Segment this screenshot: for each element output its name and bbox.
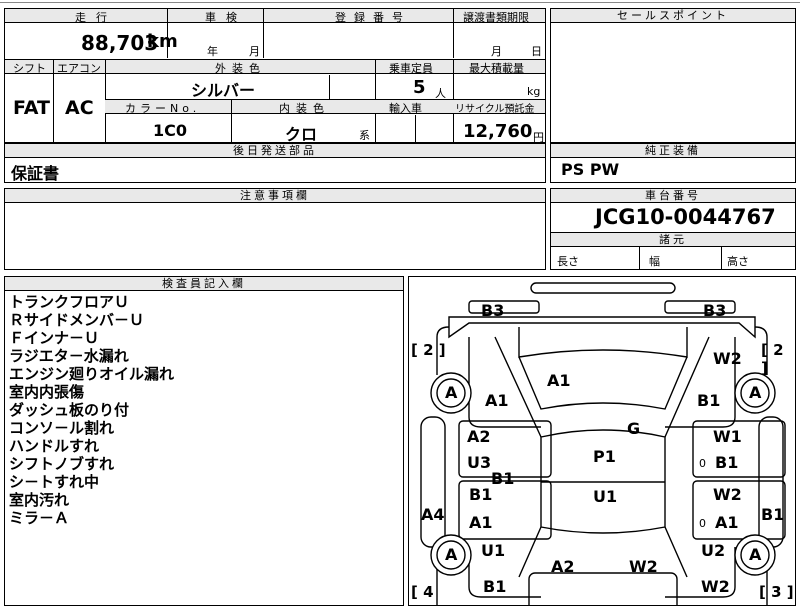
vehicle-info-grid: 走行 車検 登録番号 譲渡書類期限 88,703 km 年 月 月 日 シフト … [4,8,546,144]
chassis-value: JCG10-0044767 [595,205,776,229]
dimension-height-label: 高さ [727,255,749,268]
damage-diagram-box: A A A A [ 2 ] [ 2 ] [ 4 [ 3 ] B3 B3 W2 A… [408,276,796,606]
inspection-year: 年 [207,45,218,58]
damage-label: B1 [491,469,515,488]
damage-label: B1 [483,577,507,596]
damage-label: B3 [703,301,727,320]
transfer-day: 日 [531,45,542,58]
damage-label: B3 [481,301,505,320]
note-item: トランクフロアＵ [9,293,130,311]
damage-label: A2 [551,557,575,576]
damage-label: G [627,419,641,438]
color-no-label: カラーNo. [125,102,201,115]
caution-header: 注意事項欄 [5,189,545,203]
post-parts-value: 保証書 [11,164,60,183]
genuine-equipment-box: 純正装備 PS PW [550,143,796,183]
damage-label: W2 [629,557,658,576]
damage-label: P1 [593,447,616,466]
note-item: エンジン廻りオイル漏れ [9,365,175,383]
damage-label: W2 [701,577,730,596]
damage-sub-label: 0 [699,457,706,470]
tire-front-right-grade: A [749,383,762,402]
recycle-label: リサイクル預託金 [455,104,535,115]
chassis-header: 車台番号 [551,189,795,203]
capacity-label: 乗車定員 [389,62,433,75]
dimensions-header: 諸元 [551,233,795,247]
damage-sub-label: 0 [699,517,706,530]
post-parts-box: 後日発送部品 保証書 [4,143,546,183]
damage-label: A1 [485,391,509,410]
damage-label: A4 [421,505,445,524]
shift-value: FAT [13,97,50,119]
post-parts-header: 後日発送部品 [5,144,545,158]
capacity-value: 5 [413,77,426,98]
note-item: ラジエタ－水漏れ [9,347,129,365]
damage-label: B1 [697,391,721,410]
inspection-label: 車検 [205,11,247,24]
damage-label: U2 [701,541,726,560]
note-item: シ－トすれ中 [9,473,100,491]
sales-point-box: セールスポイント [550,8,796,143]
damage-label: U3 [467,453,492,472]
sales-point-header: セールスポイント [551,9,795,23]
inspection-month: 月 [249,45,260,58]
exterior-color-value: シルバー [191,81,256,100]
tire-mark-rear-left: [ 4 [411,583,434,601]
note-item: 室内内張傷 [9,383,85,401]
note-item: Ｒサイドメンバ－Ｕ [9,311,145,329]
note-item: コンソ－ル割れ [9,419,115,437]
dimension-length-label: 長さ [557,255,579,268]
note-item: シフトノブすれ [9,455,115,473]
damage-label: W2 [713,485,742,504]
tire-rear-right-grade: A [749,545,762,564]
tire-mark-front-right: [ 2 ] [761,341,784,377]
chassis-box: 車台番号 JCG10-0044767 諸元 長さ 幅 高さ [550,188,796,270]
note-item: ダッシュ板のり付 [9,401,130,419]
mileage-unit: km [147,31,178,52]
shift-label: シフト [13,62,46,75]
aircon-value: AC [65,97,94,119]
damage-label: U1 [481,541,506,560]
note-item: Ｆインナ－Ｕ [9,329,100,347]
inspector-notes-header: 検査員記入欄 [5,277,403,291]
damage-label: A1 [547,371,571,390]
transfer-month: 月 [491,45,502,58]
recycle-value: 12,760 [463,121,533,142]
damage-label: U1 [593,487,618,506]
note-item: ハンドルすれ [9,437,100,455]
damage-label: B1 [715,453,739,472]
caution-box: 注意事項欄 [4,188,546,270]
tire-mark-front-left: [ 2 ] [411,341,446,359]
aircon-label: エアコン [57,62,101,75]
damage-label: A2 [467,427,491,446]
damage-label: W2 [713,349,742,368]
registration-label: 登録番号 [335,11,411,24]
damage-label: B1 [761,505,785,524]
note-item: 室内汚れ [9,491,70,509]
tire-rear-left-grade: A [445,545,458,564]
damage-label: W1 [713,427,742,446]
genuine-equipment-value: PS PW [561,160,620,179]
damage-label: A1 [469,513,493,532]
max-load-unit: kg [527,85,541,98]
genuine-equipment-header: 純正装備 [551,144,795,158]
tire-front-left-grade: A [445,383,458,402]
interior-label: 内装色 [279,102,330,115]
inspector-notes-list: トランクフロアＵ Ｒサイドメンバ－Ｕ Ｆインナ－Ｕ ラジエタ－水漏れ エンジン廻… [9,293,174,527]
color-no-value: 1C0 [153,121,188,140]
dimension-width-label: 幅 [649,255,660,268]
max-load-label: 最大積載量 [469,62,524,75]
interior-unit: 系 [359,129,370,142]
import-label: 輸入車 [389,102,422,115]
exterior-color-label: 外装色 [215,62,266,75]
note-item: ミラ－Ａ [9,509,70,527]
interior-value: クロ [285,125,318,144]
inspector-notes-box: 検査員記入欄 トランクフロアＵ Ｒサイドメンバ－Ｕ Ｆインナ－Ｕ ラジエタ－水漏… [4,276,404,606]
transfer-deadline-label: 譲渡書類期限 [463,11,529,24]
damage-label: A1 [715,513,739,532]
damage-label: B1 [469,485,493,504]
tire-mark-rear-right: [ 3 ] [759,583,794,601]
mileage-label: 走行 [75,11,117,24]
